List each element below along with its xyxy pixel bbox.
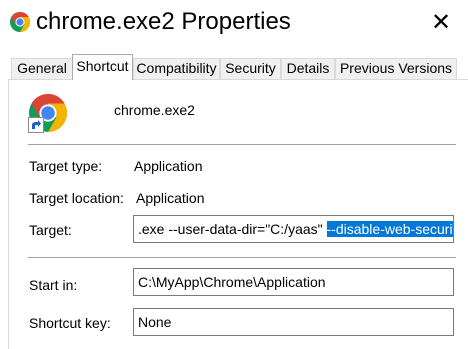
shortcut-key-field[interactable]: None: [133, 308, 454, 336]
target-field[interactable]: .exe --user-data-dir="C:/yaas" --disable…: [133, 215, 454, 243]
tab-security[interactable]: Security: [220, 58, 281, 79]
chrome-icon: [10, 12, 30, 32]
divider: [28, 144, 456, 145]
tab-shortcut[interactable]: Shortcut: [72, 54, 133, 80]
target-type-value: Application: [134, 158, 203, 174]
shortcut-key-label: Shortcut key:: [29, 315, 111, 331]
target-type-label: Target type:: [29, 158, 103, 174]
tab-previous-versions[interactable]: Previous Versions: [335, 58, 457, 79]
close-button[interactable]: ✕: [428, 10, 454, 36]
start-in-field[interactable]: C:\MyApp\Chrome\Application: [133, 268, 454, 296]
tab-general[interactable]: General: [11, 58, 73, 79]
title-bar: chrome.exe2 Properties ✕: [0, 0, 468, 46]
start-in-label: Start in:: [29, 277, 78, 293]
target-location-value: Application: [136, 190, 205, 206]
tab-compatibility[interactable]: Compatibility: [133, 58, 220, 79]
window-title: chrome.exe2 Properties: [36, 8, 291, 35]
tab-strip: General Shortcut Compatibility Security …: [0, 54, 468, 80]
close-icon: ✕: [430, 9, 452, 36]
shortcut-arrow-icon: [28, 117, 44, 133]
target-text: .exe --user-data-dir="C:/yaas": [138, 221, 327, 237]
divider: [28, 257, 456, 258]
target-label: Target:: [29, 222, 72, 238]
target-location-label: Target location:: [29, 190, 124, 206]
tab-details[interactable]: Details: [281, 58, 335, 79]
target-selected-text: --disable-web-security: [326, 221, 453, 237]
shortcut-name: chrome.exe2: [114, 102, 195, 118]
